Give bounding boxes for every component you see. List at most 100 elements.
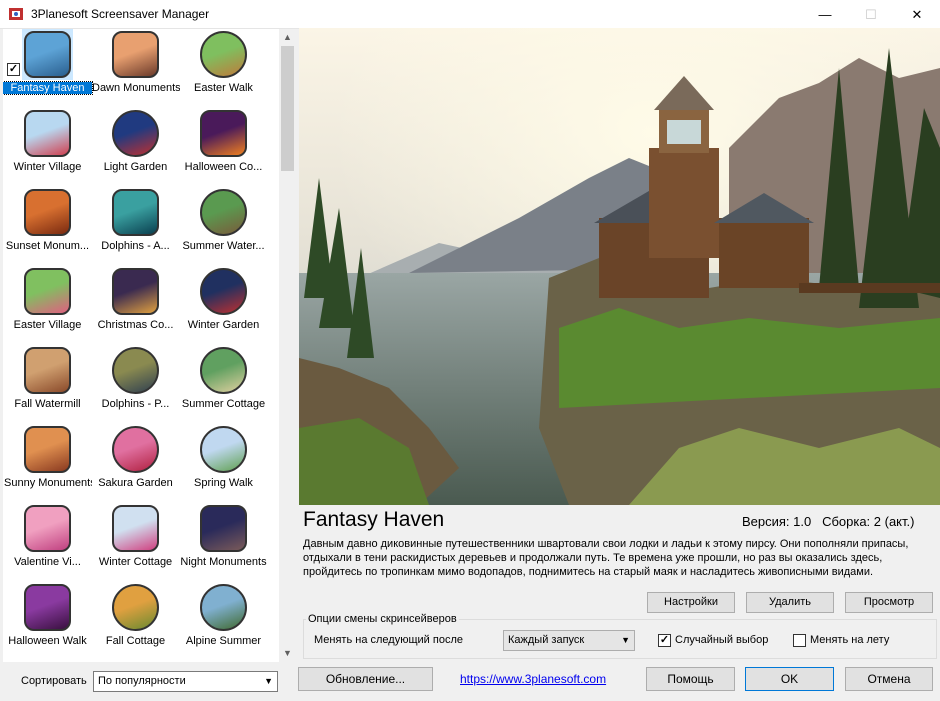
- screensaver-label: Christmas Co...: [97, 319, 174, 331]
- screensaver-thumbnail-frame: [22, 187, 73, 238]
- chevron-down-icon: ▼: [621, 635, 630, 645]
- app-icon: [9, 8, 23, 20]
- screensaver-thumbnail: [112, 584, 159, 631]
- screensaver-item[interactable]: Dolphins - A...: [91, 187, 180, 260]
- screensaver-thumbnail: [200, 584, 247, 631]
- screensaver-item[interactable]: Sunset Monum...: [3, 187, 92, 260]
- screensaver-item[interactable]: Halloween Co...: [179, 108, 268, 181]
- screensaver-item[interactable]: Spring Walk: [179, 424, 268, 497]
- change-after-label: Менять на следующий после: [314, 634, 463, 646]
- screensaver-item[interactable]: Easter Village: [3, 266, 92, 339]
- screensaver-item[interactable]: Night Monuments: [179, 503, 268, 576]
- minimize-button[interactable]: —: [802, 0, 848, 29]
- maximize-button[interactable]: ☐: [848, 0, 894, 29]
- screensaver-item[interactable]: Sakura Garden: [91, 424, 180, 497]
- screensaver-item[interactable]: Dawn Monuments: [91, 29, 180, 102]
- screensaver-thumbnail: [200, 31, 247, 78]
- window-title: 3Planesoft Screensaver Manager: [31, 7, 210, 21]
- screensaver-thumbnail-frame: [110, 345, 161, 396]
- scroll-thumb[interactable]: [281, 46, 294, 171]
- screensaver-thumbnail-frame: [198, 266, 249, 317]
- screensaver-item[interactable]: Fall Cottage: [91, 582, 180, 655]
- screensaver-item[interactable]: Fall Watermill: [3, 345, 92, 418]
- screensaver-item[interactable]: Summer Water...: [179, 187, 268, 260]
- screensaver-item[interactable]: Halloween Walk: [3, 582, 92, 655]
- screensaver-thumbnail-frame: [110, 503, 161, 554]
- screensaver-item[interactable]: Sunny Monuments: [3, 424, 92, 497]
- screensaver-thumbnail: [24, 110, 71, 157]
- screensaver-label: Dolphins - P...: [101, 398, 170, 410]
- help-button[interactable]: Помощь: [646, 667, 735, 691]
- screensaver-thumbnail-frame: [22, 582, 73, 633]
- change-frequency-select[interactable]: Каждый запуск ▼: [503, 630, 635, 651]
- update-button[interactable]: Обновление...: [298, 667, 433, 691]
- screensaver-label: Sunset Monum...: [5, 240, 90, 252]
- screensaver-thumbnail-frame: [198, 345, 249, 396]
- screensaver-label: Easter Walk: [194, 82, 253, 94]
- screensaver-item[interactable]: ✓ Fantasy Haven: [3, 29, 93, 102]
- version-info: Версия: 1.0 Сборка: 2 (акт.): [742, 514, 915, 529]
- screensaver-thumbnail: [200, 426, 247, 473]
- screensaver-label: Summer Water...: [182, 240, 265, 252]
- onfly-label: Менять на лету: [810, 634, 890, 646]
- sort-select[interactable]: По популярности ▼: [93, 671, 278, 692]
- list-scrollbar[interactable]: ▲ ▼: [279, 29, 296, 662]
- random-label: Случайный выбор: [675, 634, 769, 646]
- ok-button[interactable]: OK: [745, 667, 834, 691]
- screensaver-thumbnail: [24, 268, 71, 315]
- random-checkbox[interactable]: ✓: [658, 634, 671, 647]
- screensaver-thumbnail: [112, 426, 159, 473]
- screensaver-thumbnail-frame: [110, 108, 161, 159]
- screensaver-thumbnail: [112, 189, 159, 236]
- screensaver-label: Fantasy Haven: [3, 81, 93, 95]
- screensaver-thumbnail-frame: [198, 582, 249, 633]
- screensaver-item[interactable]: Easter Walk: [179, 29, 268, 102]
- screensaver-item[interactable]: Christmas Co...: [91, 266, 180, 339]
- screensaver-item[interactable]: Winter Village: [3, 108, 92, 181]
- screensaver-label: Easter Village: [13, 319, 82, 331]
- screensaver-label: Alpine Summer: [185, 635, 262, 647]
- screensaver-label: Summer Cottage: [181, 398, 266, 410]
- close-button[interactable]: ✕: [894, 0, 940, 29]
- cancel-button[interactable]: Отмена: [845, 667, 933, 691]
- screensaver-thumbnail-frame: [110, 266, 161, 317]
- screensaver-item[interactable]: Light Garden: [91, 108, 180, 181]
- change-frequency-value: Каждый запуск: [508, 634, 585, 646]
- screensaver-thumbnail-frame: [22, 29, 73, 80]
- screensaver-item[interactable]: Summer Cottage: [179, 345, 268, 418]
- screensaver-thumbnail-frame: [198, 503, 249, 554]
- screensaver-thumbnail: [24, 347, 71, 394]
- screensaver-thumbnail-frame: [110, 29, 161, 80]
- screensaver-item[interactable]: Dolphins - P...: [91, 345, 180, 418]
- screensaver-label: Light Garden: [103, 161, 168, 173]
- settings-button[interactable]: Настройки: [647, 592, 735, 613]
- screensaver-thumbnail: [112, 110, 159, 157]
- screensaver-thumbnail: [200, 268, 247, 315]
- onfly-checkbox[interactable]: [793, 634, 806, 647]
- screensaver-item[interactable]: Valentine Vi...: [3, 503, 92, 576]
- screensaver-thumbnail-frame: [22, 424, 73, 475]
- screensaver-thumbnail-frame: [198, 187, 249, 238]
- screensaver-thumbnail-frame: [198, 29, 249, 80]
- screensaver-thumbnail: [112, 505, 159, 552]
- screensaver-item[interactable]: Alpine Summer: [179, 582, 268, 655]
- title-bar: 3Planesoft Screensaver Manager — ☐ ✕: [0, 0, 940, 29]
- screensaver-thumbnail-frame: [22, 266, 73, 317]
- screensaver-item[interactable]: Winter Garden: [179, 266, 268, 339]
- sort-value: По популярности: [98, 675, 186, 687]
- screensaver-title: Fantasy Haven: [303, 508, 445, 531]
- screensaver-label: Winter Garden: [187, 319, 260, 331]
- screensaver-label: Dawn Monuments: [92, 82, 180, 94]
- screensaver-list[interactable]: ✓ Fantasy Haven Dawn Monuments Easter Walk W…: [3, 29, 279, 662]
- screensaver-item[interactable]: Winter Cottage: [91, 503, 180, 576]
- website-link[interactable]: https://www.3planesoft.com: [460, 672, 606, 686]
- screensaver-thumbnail-frame: [110, 424, 161, 475]
- screensaver-thumbnail-frame: [22, 108, 73, 159]
- screensaver-label: Sunny Monuments: [4, 477, 92, 489]
- delete-button[interactable]: Удалить: [746, 592, 834, 613]
- enabled-checkbox[interactable]: ✓: [7, 63, 20, 76]
- screensaver-thumbnail: [24, 31, 71, 78]
- scroll-up-icon[interactable]: ▲: [279, 29, 296, 46]
- preview-button[interactable]: Просмотр: [845, 592, 933, 613]
- scroll-down-icon[interactable]: ▼: [279, 645, 296, 662]
